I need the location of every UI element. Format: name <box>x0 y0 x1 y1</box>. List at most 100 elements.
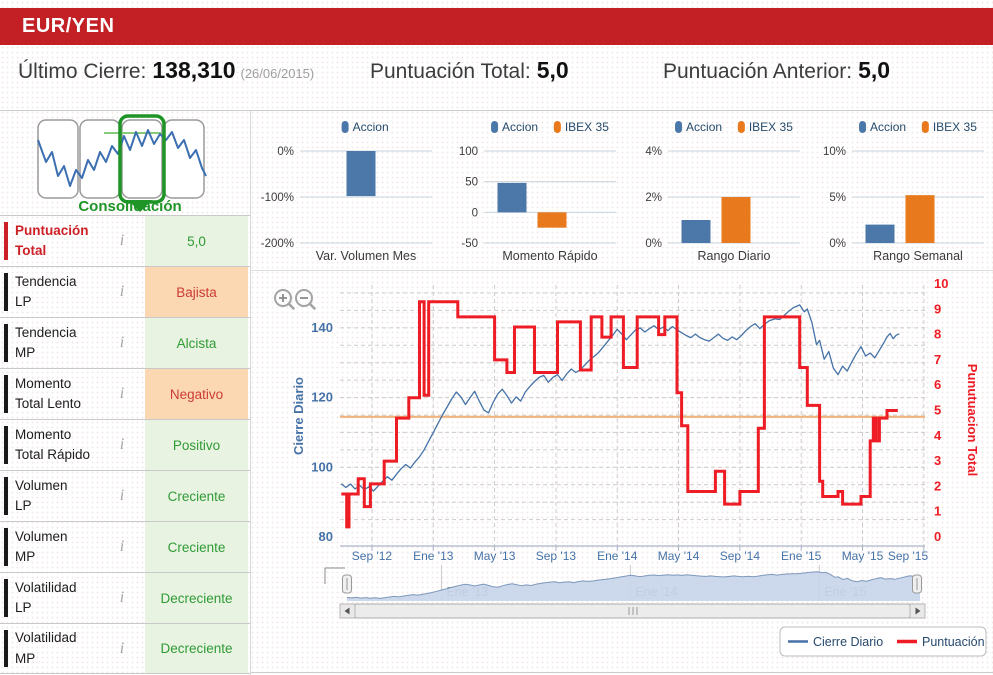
y-tick-label: 0% <box>829 238 846 250</box>
indicator-row-tendencia-mp: Tendencia MP i Alcista <box>0 317 250 368</box>
indicator-value: Bajista <box>145 267 248 317</box>
legend-label[interactable]: IBEX 35 <box>749 120 793 134</box>
y-right-label: 7 <box>934 352 941 367</box>
x-tick-label: Sep '14 <box>720 549 761 563</box>
x-tick-label: Sep '13 <box>536 549 577 563</box>
y-left-label: 80 <box>319 529 333 544</box>
info-icon[interactable]: i <box>106 216 138 266</box>
indicator-row-puntuacion-total: Puntuación Total i 5,0 <box>0 215 250 266</box>
x-tick-label: May '14 <box>658 549 700 563</box>
indicator-value: Creciente <box>145 471 248 521</box>
navigator-left-handle[interactable] <box>342 574 352 594</box>
indicator-label: Tendencia <box>15 273 77 289</box>
y-right-label: 1 <box>934 504 941 519</box>
y-tick-label: 5% <box>829 192 846 204</box>
y-tick-label: -100% <box>261 192 294 204</box>
y-right-label: 3 <box>934 453 941 468</box>
legend-label[interactable]: Accion <box>870 120 906 134</box>
bar-accion <box>865 224 895 243</box>
indicator-value: 5,0 <box>145 216 248 266</box>
y-right-label: 9 <box>934 301 941 316</box>
phase-box-3 <box>121 119 163 199</box>
legend-label-cierre[interactable]: Cierre Diario <box>813 635 883 649</box>
divider-bottom <box>251 672 993 673</box>
indicator-table: Puntuación Total i 5,0 Tendencia LP i Baji… <box>0 215 250 674</box>
last-close-date: (26/06/2015) <box>240 66 315 81</box>
legend-label[interactable]: IBEX 35 <box>565 120 609 134</box>
previous-score-label: Puntuación Anterior: <box>663 60 853 83</box>
y-tick-label: 0% <box>277 146 294 158</box>
y-right-label: 5 <box>934 403 941 418</box>
legend-label[interactable]: Accion <box>686 120 722 134</box>
legend-marker[interactable] <box>491 121 499 133</box>
indicator-label: Volatilidad <box>15 579 77 595</box>
mini-chart-title: Momento Rápido <box>502 249 597 263</box>
mini-chart-var-volumen-mes: 0% -100% -200% Accion Var. Volumen Mes <box>261 120 432 263</box>
bar-ibex-35 <box>905 195 935 243</box>
zoom-in-icon[interactable] <box>274 289 295 310</box>
info-icon[interactable]: i <box>106 369 138 419</box>
y-tick-label: 0 <box>472 207 478 219</box>
y-right-label: 4 <box>934 428 942 443</box>
last-close-label: Último Cierre: <box>18 60 147 83</box>
indicator-row-momento-rapido: Momento Total Rápido i Positivo <box>0 419 250 470</box>
legend-label-puntuacion[interactable]: Puntuación <box>922 635 985 649</box>
summary-bar: Último Cierre: 138,310 (26/06/2015) Puntua… <box>0 57 993 99</box>
indicator-row-volatilidad-mp: Volatilidad MP i Decreciente <box>0 623 250 674</box>
bar-ibex-35 <box>721 197 751 243</box>
y-left-label: 140 <box>311 320 333 335</box>
info-icon[interactable]: i <box>106 267 138 317</box>
y-tick-label: 2% <box>645 192 662 204</box>
x-tick-label: May '15 <box>842 549 884 563</box>
legend-marker[interactable] <box>553 121 561 133</box>
navigator-right-handle[interactable] <box>912 574 922 594</box>
scrollbar-right-arrow[interactable] <box>909 603 926 619</box>
info-icon[interactable]: i <box>106 420 138 470</box>
total-score-group: Puntuación Total: 5,0 <box>370 57 569 84</box>
info-icon[interactable]: i <box>106 471 138 521</box>
y-tick-label: 10% <box>823 146 846 158</box>
indicator-value: Alcista <box>145 318 248 368</box>
indicator-row-volumen-mp: Volumen MP i Creciente <box>0 521 250 572</box>
indicator-label: Volatilidad <box>15 630 77 646</box>
indicator-label: Tendencia <box>15 324 77 340</box>
phase-box-2 <box>79 119 121 199</box>
mini-chart-title: Rango Semanal <box>873 249 963 263</box>
y-right-axis-title: Punutuacion Total <box>965 364 980 476</box>
legend-marker[interactable] <box>341 121 349 133</box>
divider-top <box>0 110 993 111</box>
page-title: EUR/YEN <box>22 15 115 37</box>
info-icon[interactable]: i <box>106 522 138 572</box>
total-score-label: Puntuación Total: <box>370 60 531 83</box>
scrollbar-left-arrow[interactable] <box>339 603 356 619</box>
legend-label[interactable]: Accion <box>502 120 538 134</box>
x-tick-label: Ene '15 <box>781 549 822 563</box>
y-right-label: 2 <box>934 478 941 493</box>
info-icon[interactable]: i <box>106 318 138 368</box>
previous-score-value: 5,0 <box>858 57 891 83</box>
legend-label[interactable]: IBEX 35 <box>933 120 977 134</box>
y-right-label: 10 <box>934 276 948 291</box>
indicator-label: Volumen <box>15 477 68 493</box>
y-right-label: 0 <box>934 529 941 544</box>
legend-label[interactable]: Accion <box>353 120 389 134</box>
zoom-out-icon[interactable] <box>295 289 316 310</box>
divider-minicharts <box>251 270 993 271</box>
bar-ibex-35 <box>537 212 567 228</box>
indicator-row-volumen-lp: Volumen LP i Creciente <box>0 470 250 521</box>
info-icon[interactable]: i <box>106 573 138 623</box>
info-icon[interactable]: i <box>106 624 138 673</box>
y-tick-label: 0% <box>645 238 662 250</box>
indicator-value: Decreciente <box>145 573 248 623</box>
main-price-score-chart[interactable]: Sep '12 Ene '13 May '13 Sep '13 Ene '14 May '… <box>256 272 993 672</box>
bar-accion <box>681 220 711 243</box>
x-tick-label: May '13 <box>474 549 516 563</box>
legend-marker[interactable] <box>737 121 745 133</box>
dashboard-page: EUR/YEN Último Cierre: 138,310 (26/06/2015… <box>0 0 993 675</box>
indicator-value: Creciente <box>145 522 248 572</box>
legend-marker[interactable] <box>921 121 929 133</box>
legend-marker[interactable] <box>675 121 683 133</box>
legend-marker[interactable] <box>859 121 867 133</box>
chart-legend: Cierre Diario Puntuación <box>779 626 987 657</box>
y-left-label: 100 <box>311 459 333 474</box>
